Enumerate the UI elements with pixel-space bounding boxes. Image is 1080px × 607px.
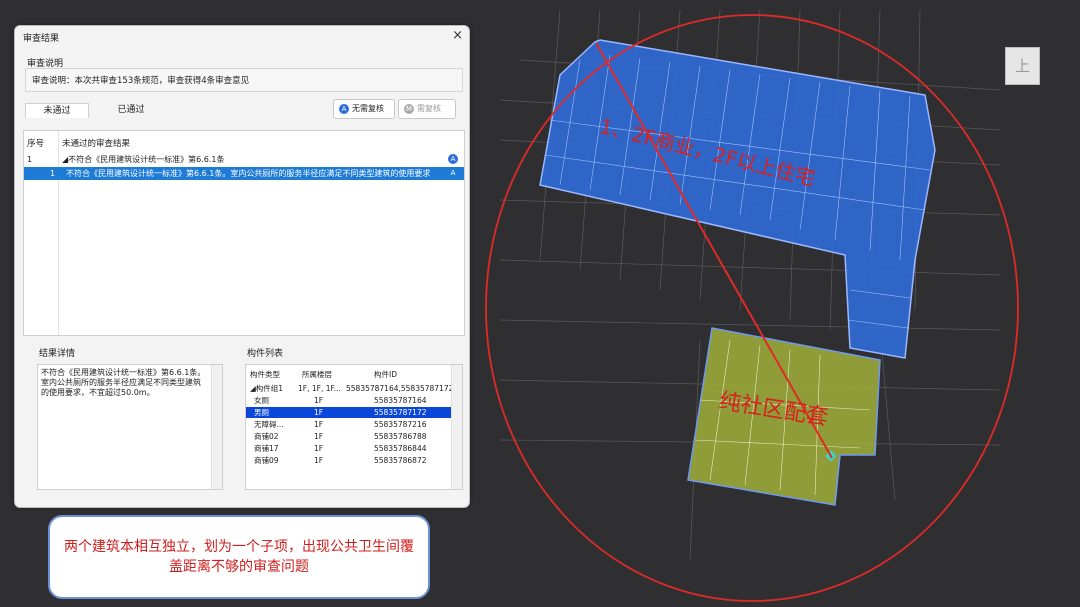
components-header: 构件类型 所属楼层 构件ID <box>246 369 452 380</box>
component-row[interactable]: 女厕 1F 55835787164 <box>246 395 452 406</box>
row-no: 1 <box>27 155 33 164</box>
detail-scrollbar[interactable] <box>211 365 222 489</box>
component-row[interactable]: 商铺17 1F 55835786844 <box>246 443 452 454</box>
cell-type: 商铺17 <box>254 444 279 453</box>
cell-id: 55835786788 <box>374 432 427 441</box>
cell-id: 55835786872 <box>374 456 427 465</box>
cell-floor: 1F <box>314 396 324 405</box>
col-header-no: 序号 <box>27 139 45 149</box>
row-text: 不符合《民用建筑设计统一标准》第6.6.1条。室内公共厕所的服务半径应满足不同类… <box>66 169 431 178</box>
recheck-label: 需复核 <box>417 104 441 113</box>
annotation-note: 两个建筑本相互独立，划为一个子项，出现公共卫生间覆盖距离不够的审查问题 <box>48 515 430 599</box>
close-icon[interactable]: × <box>452 28 463 43</box>
cell-floor: 1F <box>314 408 324 417</box>
m-icon: M <box>404 103 414 114</box>
no-recheck-label: 无需复核 <box>352 104 384 113</box>
annotation-text: 两个建筑本相互独立，划为一个子项，出现公共卫生间覆盖距离不够的审查问题 <box>64 539 414 575</box>
desc-box: 审查说明：本次共审查153条规范，审查获得4条审查意见 <box>25 68 463 92</box>
detail-text: 不符合《民用建筑设计统一标准》第6.6.1条。室内公共厕所的服务半径应满足不同类… <box>41 368 206 397</box>
detail-label: 结果详情 <box>39 349 76 359</box>
a-icon: A <box>448 154 458 164</box>
results-table: 序号 未通过的审查结果 1 ◢不符合《民用建筑设计统一标准》第6.6.1条 A … <box>23 130 465 336</box>
components-table: 构件类型 所属楼层 构件ID ◢构件组1 1F, 1F, 1F... 55835… <box>245 364 463 490</box>
col-header-id: 构件ID <box>374 370 397 379</box>
table-row[interactable]: 1 不符合《民用建筑设计统一标准》第6.6.1条。室内公共厕所的服务半径应满足不… <box>24 167 464 180</box>
components-label: 构件列表 <box>247 349 284 359</box>
component-row[interactable]: 商铺02 1F 55835786788 <box>246 431 452 442</box>
dialog-title: 审查结果 <box>23 34 60 44</box>
recheck-button[interactable]: M 需复核 <box>398 99 456 119</box>
tab-not-passed[interactable]: 未通过 <box>25 103 89 118</box>
component-row[interactable]: 无障碍... 1F 55835787216 <box>246 419 452 430</box>
col-header-result: 未通过的审查结果 <box>62 139 131 149</box>
cell-floor: 1F <box>314 432 324 441</box>
cell-floor: 1F <box>314 444 324 453</box>
col-header-floor: 所属楼层 <box>302 370 332 379</box>
component-row[interactable]: 男厕 1F 55835787172 <box>246 407 452 418</box>
cell-type: 女厕 <box>254 396 269 405</box>
review-results-dialog: 审查结果 × 审查说明 审查说明：本次共审查153条规范，审查获得4条审查意见 … <box>14 25 470 508</box>
cell-type: 商铺09 <box>254 456 279 465</box>
residential-building-outline <box>539 39 936 359</box>
a-icon: A <box>450 169 456 177</box>
cell-type: 商铺02 <box>254 432 279 441</box>
desc-text: 审查说明：本次共审查153条规范，审查获得4条审查意见 <box>32 76 250 86</box>
table-row[interactable]: 1 ◢不符合《民用建筑设计统一标准》第6.6.1条 A <box>24 153 464 166</box>
cell-id: 55835787172 <box>374 408 427 417</box>
cell-type: 男厕 <box>254 408 269 417</box>
cell-floor: 1F <box>314 420 324 429</box>
row-no: 1 <box>50 169 56 178</box>
col-header-type: 构件类型 <box>250 370 280 379</box>
cell-type: 无障碍... <box>254 420 284 429</box>
no-recheck-button[interactable]: A 无需复核 <box>333 99 395 119</box>
cell-id: 55835787216 <box>374 420 427 429</box>
cell-id: 55835787164,55835787172,5... <box>346 384 452 393</box>
row-text: ◢不符合《民用建筑设计统一标准》第6.6.1条 <box>62 155 225 164</box>
cell-type: ◢构件组1 <box>250 384 284 393</box>
component-row[interactable]: 商铺09 1F 55835786872 <box>246 455 452 466</box>
cell-id: 55835786844 <box>374 444 427 453</box>
view-cube-top[interactable]: 上 <box>1005 47 1040 85</box>
a-icon: A <box>339 103 349 114</box>
cell-id: 55835787164 <box>374 396 427 405</box>
cell-floor: 1F <box>314 456 324 465</box>
cell-floor: 1F, 1F, 1F... <box>298 384 341 393</box>
component-row[interactable]: ◢构件组1 1F, 1F, 1F... 55835787164,55835787… <box>246 383 452 394</box>
components-scrollbar[interactable] <box>451 365 462 489</box>
detail-panel: 不符合《民用建筑设计统一标准》第6.6.1条。室内公共厕所的服务半径应满足不同类… <box>37 364 223 490</box>
tab-passed[interactable]: 已通过 <box>97 103 165 117</box>
